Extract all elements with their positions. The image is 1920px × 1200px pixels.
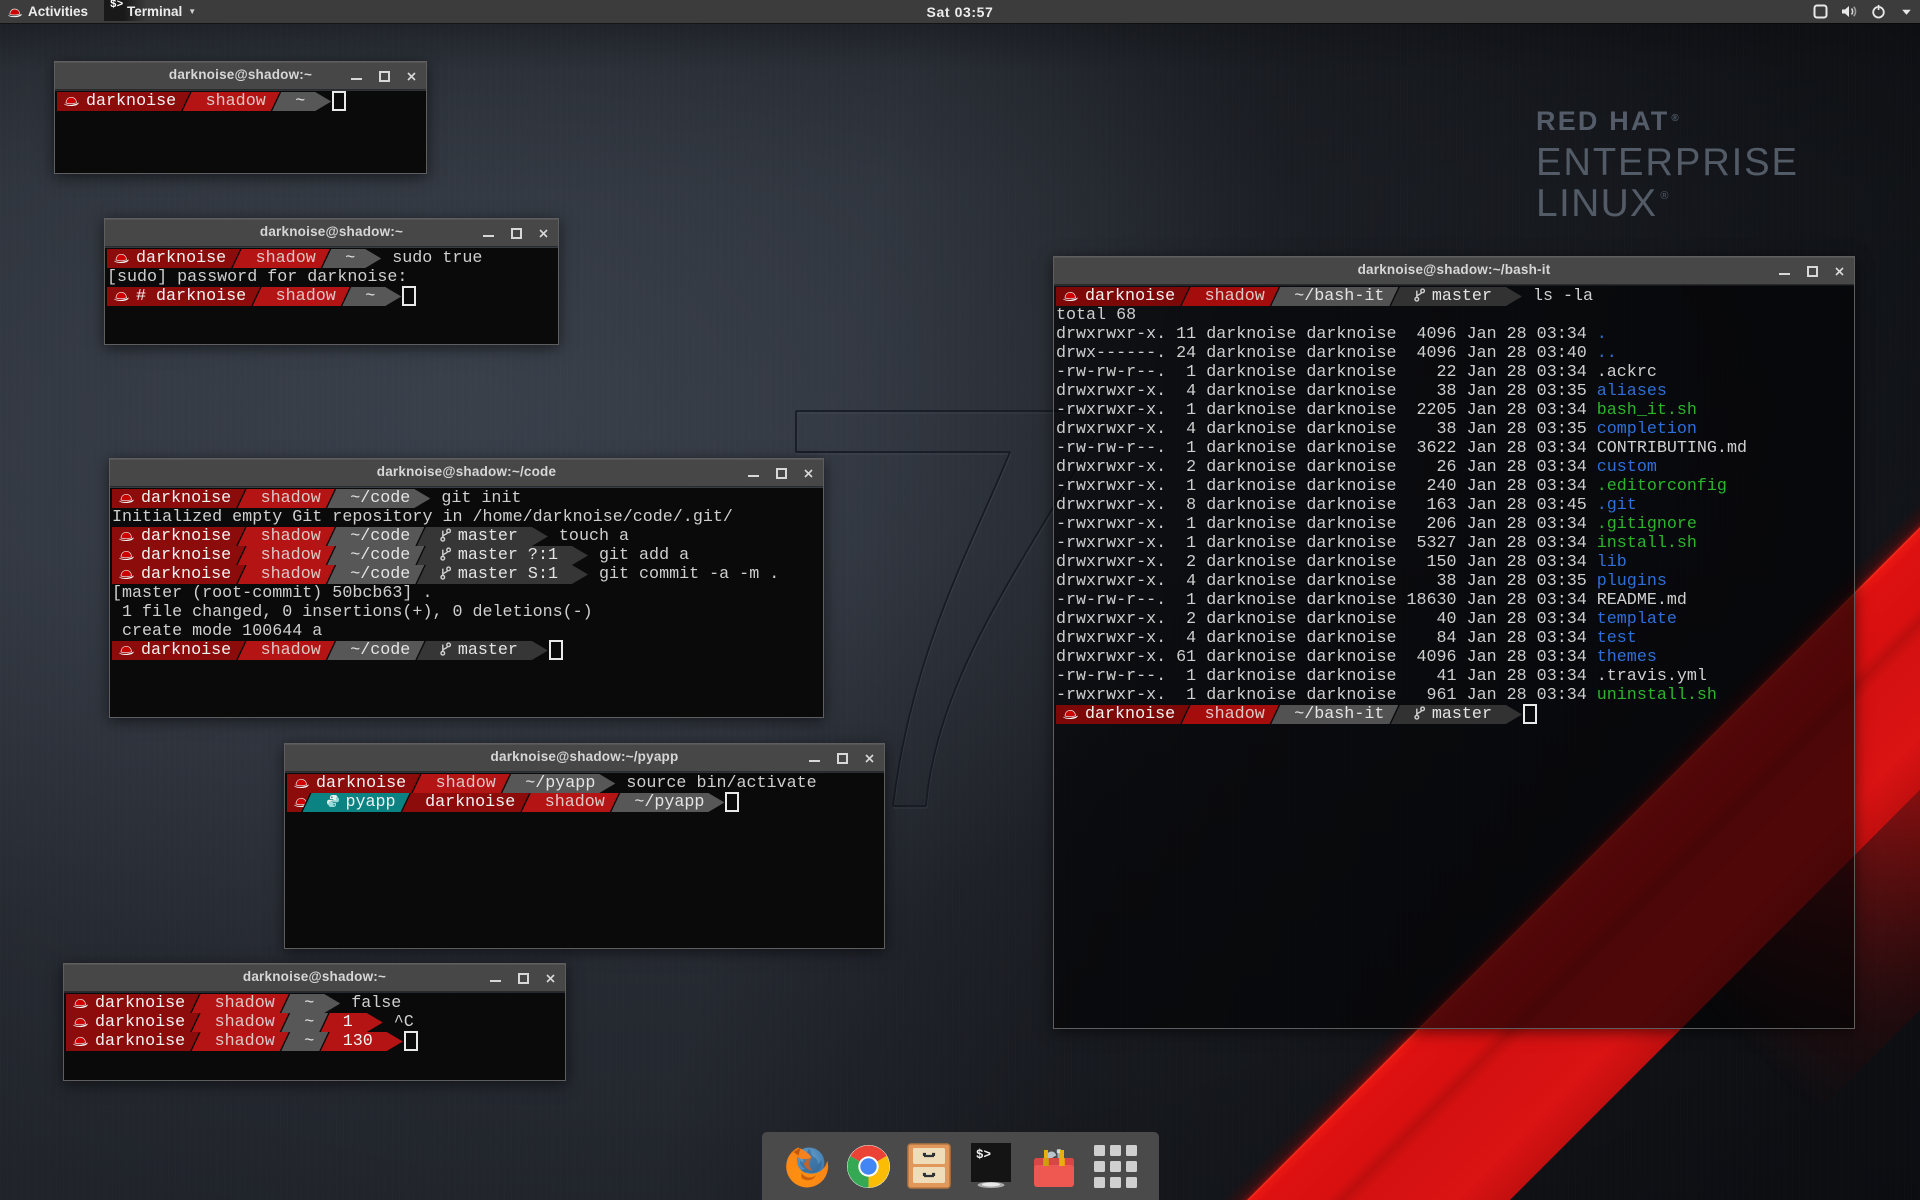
svg-text:$>: $> — [976, 1148, 991, 1162]
